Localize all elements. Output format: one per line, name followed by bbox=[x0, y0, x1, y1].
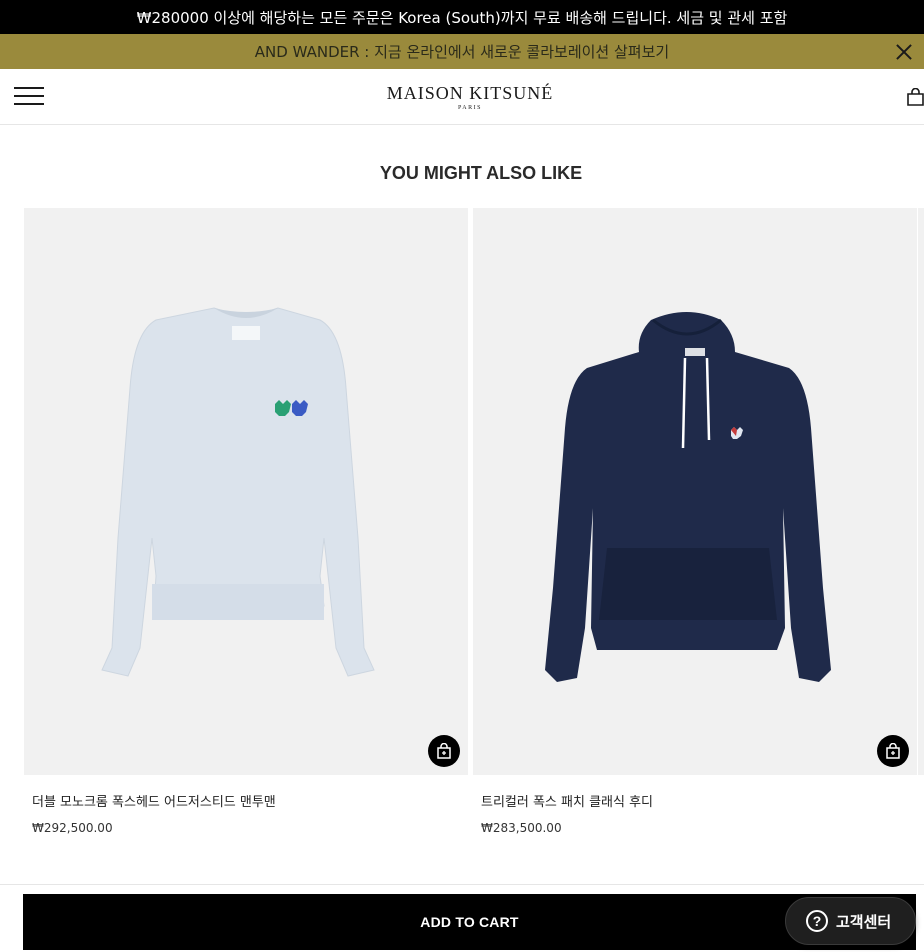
product-price: ₩283,500.00 bbox=[481, 821, 562, 835]
cart-icon[interactable] bbox=[907, 88, 924, 106]
logo-text: MAISON KITSUNÉ bbox=[386, 83, 554, 103]
close-icon[interactable] bbox=[894, 42, 914, 62]
section-title: YOU MIGHT ALSO LIKE bbox=[379, 163, 583, 183]
brand-logo[interactable]: MAISON KITSUNÉ PARIS bbox=[370, 83, 570, 111]
quick-add-button[interactable] bbox=[877, 735, 909, 767]
bag-icon bbox=[886, 743, 900, 759]
help-icon: ? bbox=[806, 910, 828, 932]
quick-add-button[interactable] bbox=[428, 735, 460, 767]
site-header: MAISON KITSUNÉ PARIS bbox=[0, 69, 924, 125]
divider bbox=[0, 884, 924, 885]
collab-banner[interactable]: AND WANDER : 지금 온라인에서 새로운 콜라보레이션 살펴보기 bbox=[0, 34, 924, 69]
support-label: 고객센터 bbox=[836, 912, 892, 931]
hoodie-image bbox=[545, 312, 831, 682]
product-card[interactable]: 더블 모노크롬 폭스헤드 어드저스티드 맨투맨 ₩292,500.00 bbox=[24, 208, 468, 835]
customer-service-button[interactable]: ? 고객센터 bbox=[785, 897, 916, 945]
product-price: ₩292,500.00 bbox=[32, 821, 113, 835]
promo-text: ₩280000 이상에 해당하는 모든 주문은 Korea (South)까지 … bbox=[136, 8, 788, 27]
product-image[interactable] bbox=[24, 208, 468, 775]
add-to-cart-button[interactable]: ADD TO CART bbox=[23, 894, 916, 950]
logo-subtext: PARIS bbox=[458, 105, 482, 111]
menu-icon[interactable] bbox=[14, 85, 44, 107]
collab-text[interactable]: AND WANDER : 지금 온라인에서 새로운 콜라보레이션 살펴보기 bbox=[255, 41, 669, 62]
bag-icon bbox=[437, 743, 451, 759]
sweatshirt-image bbox=[101, 307, 375, 677]
product-name[interactable]: 더블 모노크롬 폭스헤드 어드저스티드 맨투맨 bbox=[32, 791, 276, 810]
product-card[interactable]: 트리컬러 폭스 패치 클래식 후디 ₩283,500.00 bbox=[473, 208, 917, 835]
product-name[interactable]: 트리컬러 폭스 패치 클래식 후디 bbox=[481, 791, 653, 810]
product-image[interactable] bbox=[473, 208, 917, 775]
promo-banner: ₩280000 이상에 해당하는 모든 주문은 Korea (South)까지 … bbox=[0, 0, 924, 34]
next-product-peek[interactable] bbox=[918, 208, 924, 775]
